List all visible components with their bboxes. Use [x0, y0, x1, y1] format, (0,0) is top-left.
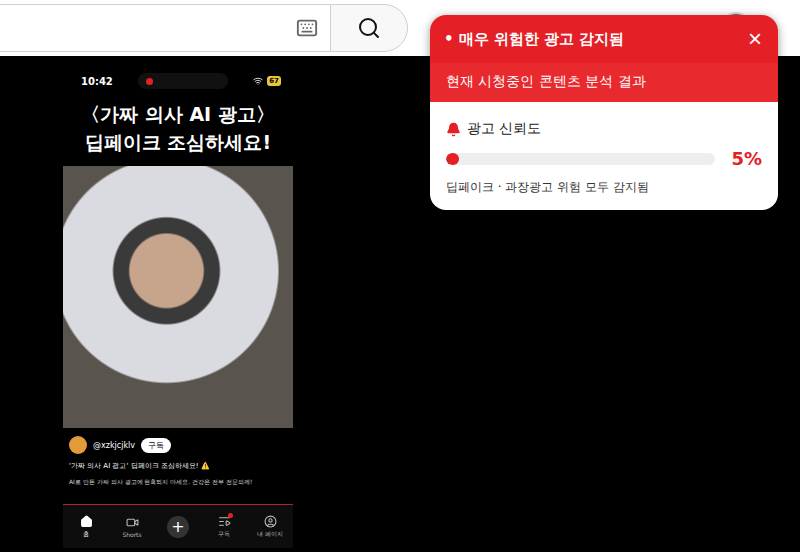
nav-label: 내 페이지: [257, 530, 283, 539]
close-button[interactable]: ×: [748, 27, 762, 51]
battery: 67: [267, 76, 281, 86]
nav-label: 구독: [218, 530, 230, 539]
page: 10:42 67 〈가짜 의사 AI 광고〉딥페이크 조심하세요! @xzkjcjkl…: [0, 0, 800, 552]
home-icon: [80, 515, 93, 528]
bottom-nav: 홈 Shorts + 구독 내 페이지: [63, 504, 293, 548]
shorts-icon: [126, 516, 139, 529]
video-description: AI로 만든 가짜 의사 광고에 현혹되지 마세요. 건강은 전부 전문의께!: [63, 474, 293, 491]
recording-dot: [146, 78, 153, 85]
search-field[interactable]: [0, 4, 330, 52]
popup-body: 광고 신뢰도 5% 딥페이크 · 과장광고 위험 모두 감지됨: [430, 102, 778, 210]
nav-item[interactable]: 홈: [63, 515, 109, 539]
popup-header: • 매우 위험한 광고 감지됨 ×: [430, 15, 778, 63]
status-bar: 10:42 67: [63, 68, 293, 90]
meter-row: 5%: [446, 148, 762, 169]
nav-item[interactable]: 구독: [201, 515, 247, 539]
keyboard-icon[interactable]: [296, 17, 318, 39]
nav-label: 홈: [83, 530, 89, 539]
profile-icon: [264, 515, 277, 528]
wifi-icon: [253, 76, 263, 86]
headline-line: 〈가짜 의사 AI 광고〉: [67, 100, 289, 128]
search-icon: [357, 16, 381, 40]
channel-avatar[interactable]: [69, 436, 87, 454]
nav-badge: [228, 513, 233, 518]
video-frame[interactable]: [63, 166, 293, 428]
headline-line: 딥페이크 조심하세요!: [67, 128, 289, 156]
channel-handle[interactable]: @xzkjcjklv: [93, 441, 135, 450]
ad-warning-popup: • 매우 위험한 광고 감지됨 × 현재 시청중인 콘텐츠 분석 결과광고 신뢰도 5…: [430, 15, 778, 210]
channel-row: @xzkjcjklv 구독: [63, 428, 293, 458]
meter-reading: 5%: [731, 148, 762, 169]
trust-meter: [446, 153, 715, 165]
popup-title: • 매우 위험한 광고 감지됨: [444, 30, 625, 49]
meter-label: 광고 신뢰도: [446, 120, 762, 138]
detection-note: 딥페이크 · 과장광고 위험 모두 감지됨: [446, 179, 762, 196]
video-title: '가짜 의사 AI 광고' 딥페이크 조심하세요! ⚠️: [63, 458, 293, 474]
subscribe-button[interactable]: 구독: [141, 438, 171, 453]
headline: 〈가짜 의사 AI 광고〉딥페이크 조심하세요!: [63, 90, 293, 166]
nav-item[interactable]: +: [155, 516, 201, 538]
nav-item[interactable]: 내 페이지: [247, 515, 293, 539]
trust-meter-fill: [446, 153, 459, 165]
status-icons: 67: [253, 76, 281, 86]
popup-subtitle: 현재 시청중인 콘텐츠 분석 결과: [430, 63, 778, 102]
status-time: 10:42: [81, 76, 113, 87]
nav-label: Shorts: [122, 531, 141, 538]
nav-item[interactable]: Shorts: [109, 516, 155, 538]
dynamic-island: [138, 73, 228, 89]
search-button[interactable]: [330, 4, 408, 52]
phone-screenshot: 10:42 67 〈가짜 의사 AI 광고〉딥페이크 조심하세요! @xzkjcjkl…: [63, 68, 293, 548]
bell-icon: [446, 122, 461, 137]
create-button[interactable]: +: [167, 516, 189, 538]
